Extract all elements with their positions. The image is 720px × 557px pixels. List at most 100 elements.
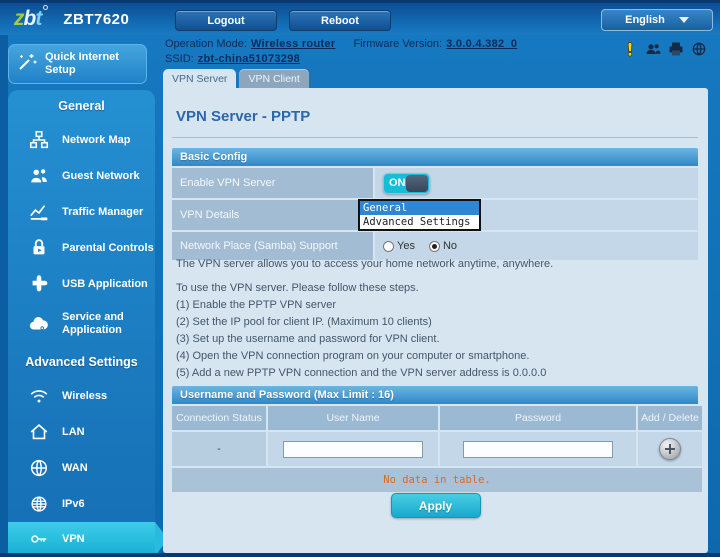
sidebar-item-guest-network[interactable]: Guest Network — [8, 158, 155, 194]
sidebar-item-network-map[interactable]: Network Map — [8, 122, 155, 158]
house-icon — [28, 421, 50, 443]
logo-letter-z: z — [14, 7, 24, 30]
vpn-server-toggle[interactable]: ON — [383, 172, 430, 194]
radio-unchecked-icon[interactable] — [383, 240, 394, 252]
sidebar-item-label: USB Application — [62, 277, 148, 290]
tab-vpn-client[interactable]: VPN Client — [239, 69, 309, 88]
reboot-button[interactable]: Reboot — [289, 10, 391, 31]
sidebar-item-wan[interactable]: WAN — [8, 450, 155, 486]
ssid-label: SSID: — [165, 53, 194, 65]
printer-icon[interactable] — [668, 41, 684, 57]
logo-letter-t: t — [35, 7, 42, 30]
vpn-description: The VPN server allows you to access your… — [176, 258, 696, 384]
basic-config-section: Basic Config Enable VPN Server ON VPN De… — [172, 148, 698, 260]
col-user-name: User Name — [268, 406, 438, 430]
enable-vpn-row: Enable VPN Server ON — [172, 168, 698, 198]
password-cell — [440, 432, 636, 466]
toggle-knob[interactable] — [406, 174, 428, 192]
enable-vpn-label: Enable VPN Server — [172, 168, 373, 198]
globe-icon — [28, 457, 50, 479]
alert-icon[interactable] — [622, 41, 638, 57]
description-intro: The VPN server allows you to access your… — [176, 258, 554, 270]
language-label: English — [625, 14, 665, 26]
sidebar-item-traffic-manager[interactable]: Traffic Manager — [8, 194, 155, 230]
device-info: Operation Mode: Wireless router Firmware V… — [165, 37, 535, 67]
vpn-details-option-advanced[interactable]: Advanced Settings — [360, 215, 479, 229]
registered-mark-icon — [43, 5, 49, 10]
operation-mode-link[interactable]: Wireless router — [251, 38, 336, 50]
connection-status-cell: - — [172, 432, 266, 466]
radio-checked-icon[interactable] — [428, 240, 440, 252]
user-table-header: Username and Password (Max Limit : 16) — [172, 386, 698, 404]
ssid-link[interactable]: zbt-china51073298 — [198, 53, 300, 65]
network-map-icon — [28, 129, 50, 151]
logo-letter-b: b — [23, 7, 37, 30]
sidebar-item-quick-internet-setup[interactable]: Quick Internet Setup — [8, 44, 147, 84]
ipv6-globe-icon — [28, 493, 50, 515]
samba-row: Network Place (Samba) Support Yes No — [172, 232, 698, 260]
sidebar-item-label: WAN — [62, 461, 88, 474]
sidebar-item-label: Parental Controls — [62, 241, 154, 254]
status-icon-bar — [622, 41, 707, 57]
samba-label: Network Place (Samba) Support — [172, 232, 373, 260]
clients-icon[interactable] — [645, 41, 661, 57]
sidebar-item-lan[interactable]: LAN — [8, 414, 155, 450]
title-divider — [172, 137, 698, 138]
sidebar-item-label: Wireless — [62, 389, 108, 402]
chevron-down-icon — [678, 17, 689, 23]
radio-no-label: No — [442, 240, 458, 252]
wifi-icon — [28, 385, 50, 407]
vpn-details-label: VPN Details — [172, 200, 373, 230]
empty-table-message: No data in table. — [172, 468, 702, 492]
samba-radio-no[interactable]: No — [428, 240, 458, 252]
sidebar-item-label: IPv6 — [62, 497, 85, 510]
sidebar-item-usb-application[interactable]: USB Application — [8, 266, 155, 302]
vpn-tab-bar: VPN Server VPN Client — [163, 69, 309, 88]
description-step-2: (2) Set the IP pool for client IP. (Maxi… — [176, 316, 432, 328]
radio-yes-label: Yes — [397, 240, 415, 252]
vpn-details-select[interactable]: General Advanced Settings — [358, 199, 481, 231]
sidebar-item-label: LAN — [62, 425, 85, 438]
col-password: Password — [440, 406, 636, 430]
language-selector[interactable]: English — [601, 9, 713, 31]
sidebar-item-label: Guest Network — [62, 169, 140, 182]
apply-button[interactable]: Apply — [390, 493, 481, 518]
vpn-details-option-general[interactable]: General — [360, 201, 479, 215]
sidebar-item-vpn[interactable]: VPN — [8, 522, 168, 556]
brand-area: zbt ZBT7620 — [14, 5, 130, 31]
username-input[interactable] — [283, 440, 423, 458]
sidebar-item-label: Traffic Manager — [62, 205, 144, 218]
sidebar-item-wireless[interactable]: Wireless — [8, 378, 155, 414]
enable-vpn-value: ON — [375, 168, 698, 198]
basic-config-header: Basic Config — [172, 148, 698, 166]
cloud-service-icon — [28, 313, 50, 335]
samba-radio-yes[interactable]: Yes — [383, 240, 415, 252]
sidebar-edge — [0, 35, 8, 553]
add-row-button[interactable] — [659, 438, 681, 460]
description-follow: To use the VPN server. Please follow the… — [176, 282, 419, 294]
description-step-3: (3) Set up the username and password for… — [176, 333, 440, 345]
bottom-edge — [0, 553, 720, 557]
section-title-general: General — [58, 99, 105, 113]
sidebar-item-label: Network Map — [62, 133, 131, 146]
description-step-1: (1) Enable the PPTP VPN server — [176, 299, 336, 311]
model-name: ZBT7620 — [63, 10, 130, 28]
router-admin-screen: zbt ZBT7620 Logout Reboot English Operat… — [0, 0, 720, 557]
sidebar-item-label: VPN — [62, 532, 85, 545]
sidebar-item-label: Service and Application — [62, 311, 124, 336]
user-table-grid: Connection Status User Name Password Add… — [172, 406, 702, 492]
sidebar-item-service-and-application[interactable]: Service and Application — [8, 302, 155, 346]
info-line-2: SSID: zbt-china51073298 — [165, 52, 535, 67]
sidebar-item-parental-controls[interactable]: Parental Controls — [8, 230, 155, 266]
sidebar-item-ipv6[interactable]: IPv6 — [8, 486, 155, 522]
internet-icon[interactable] — [691, 41, 707, 57]
logout-button[interactable]: Logout — [175, 10, 277, 31]
description-step-5: (5) Add a new PPTP VPN connection and th… — [176, 367, 547, 379]
samba-radio-group: Yes No — [383, 240, 457, 252]
section-title-advanced-settings: Advanced Settings — [25, 355, 138, 369]
tab-vpn-server[interactable]: VPN Server — [163, 69, 237, 88]
username-cell — [268, 432, 438, 466]
firmware-link[interactable]: 3.0.0.4.382_0 — [446, 38, 517, 50]
password-input[interactable] — [463, 440, 613, 458]
quick-setup-label: Quick Internet Setup — [45, 51, 119, 76]
